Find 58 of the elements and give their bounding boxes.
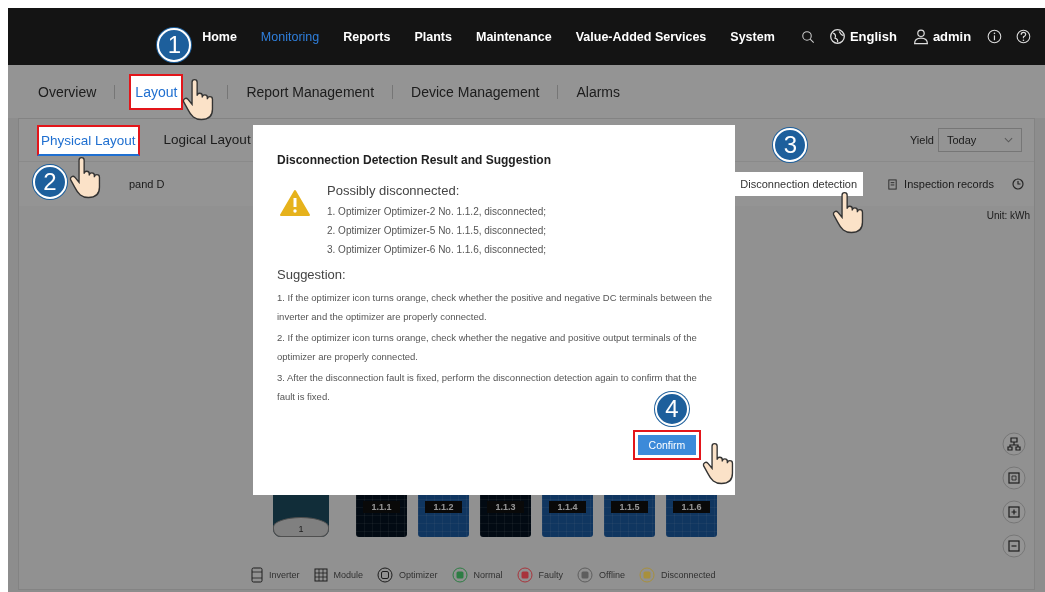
sub-navigation-tab[interactable]: Overview bbox=[34, 75, 101, 108]
legend-label: Inverter bbox=[269, 570, 300, 580]
nav-menu-item[interactable]: Maintenance bbox=[476, 29, 552, 44]
optimizer-icon bbox=[377, 567, 394, 583]
topology-icon[interactable] bbox=[1002, 432, 1026, 456]
legend-label: Faulty bbox=[538, 570, 564, 580]
layout-tab[interactable]: Logical Layout bbox=[161, 125, 253, 155]
legend-label: Module bbox=[333, 570, 364, 580]
help-icon[interactable] bbox=[1016, 27, 1031, 46]
nav-menu-item[interactable]: Value-Added Services bbox=[575, 29, 707, 44]
expand-toggle[interactable]: pand D bbox=[129, 178, 165, 190]
step-number-badge: 2 bbox=[33, 164, 67, 199]
yield-period-dropdown[interactable]: Today bbox=[938, 128, 1022, 152]
user-icon[interactable] bbox=[912, 28, 929, 45]
step-number-badge: 4 bbox=[655, 392, 689, 426]
zoom-in-icon[interactable] bbox=[1002, 500, 1026, 524]
nav-menu-item[interactable]: Home bbox=[202, 29, 237, 44]
confirm-button[interactable]: Confirm bbox=[633, 430, 701, 460]
chevron-down-icon bbox=[1004, 137, 1013, 143]
inverter-icon bbox=[251, 567, 263, 583]
legend-label: Offline bbox=[599, 570, 625, 580]
sub-navigation-tab[interactable]: Device Management bbox=[407, 75, 544, 108]
nav-menu-item[interactable]: Monitoring bbox=[260, 29, 320, 44]
disconnected-optimizer-text: 2. Optimizer Optimizer-5 No. 1.1.5, disconnected; bbox=[327, 225, 546, 236]
dialog-title: Disconnection Detection Result and Suggestion bbox=[277, 153, 553, 167]
zoom-out-icon[interactable] bbox=[1002, 534, 1026, 558]
suggestion-heading: Suggestion: bbox=[277, 267, 347, 282]
hand-pointer-icon bbox=[831, 190, 866, 235]
info-icon[interactable] bbox=[987, 27, 1003, 46]
globe-icon[interactable] bbox=[828, 28, 846, 45]
sub-navigation-tab[interactable]: Report Management bbox=[242, 75, 379, 108]
legend-label: Optimizer bbox=[399, 570, 438, 580]
document-icon bbox=[887, 178, 899, 190]
hand-pointer-icon bbox=[181, 77, 216, 122]
nav-menu-item[interactable]: Plants bbox=[414, 29, 452, 44]
suggestion-text: 2. If the optimizer icon turns orange, check whether the negative and positive output terminals of the optimizer are properly connected. bbox=[277, 331, 698, 364]
step-number-badge: 3 bbox=[773, 128, 808, 162]
layout-tab[interactable]: Physical Layout bbox=[37, 124, 140, 156]
nav-menu-item[interactable]: Reports bbox=[343, 29, 391, 44]
hand-pointer-icon bbox=[67, 155, 102, 200]
sub-navigation-tab[interactable]: Alarms bbox=[572, 75, 624, 108]
sub-navigation-tab[interactable]: Layout bbox=[129, 73, 184, 110]
module-grid-icon bbox=[313, 568, 328, 582]
warning-icon bbox=[279, 189, 311, 217]
unit-label: Unit: kWh bbox=[986, 210, 1030, 221]
fit-screen-icon[interactable] bbox=[1002, 466, 1026, 490]
user-name[interactable]: admin bbox=[932, 29, 972, 44]
language-selector[interactable]: English bbox=[849, 29, 897, 44]
disconnected-optimizer-text: 1. Optimizer Optimizer-2 No. 1.1.2, disconnected; bbox=[327, 206, 546, 217]
suggestion-text: 1. If the optimizer icon turns orange, check whether the positive and negative DC terminals between the inverter and the optimizer are properly connected. bbox=[277, 291, 714, 324]
legend-label: Normal bbox=[473, 570, 503, 580]
yield-label: Yield bbox=[909, 134, 934, 146]
clock-icon[interactable] bbox=[1012, 178, 1024, 190]
hand-pointer-icon bbox=[701, 442, 735, 486]
nav-menu-item[interactable]: System bbox=[730, 29, 775, 44]
disconnected-optimizer-text: 3. Optimizer Optimizer-6 No. 1.1.6, disconnected; bbox=[327, 244, 546, 255]
result-heading: Possibly disconnected: bbox=[327, 183, 461, 198]
legend-label: Disconnected bbox=[660, 570, 716, 580]
